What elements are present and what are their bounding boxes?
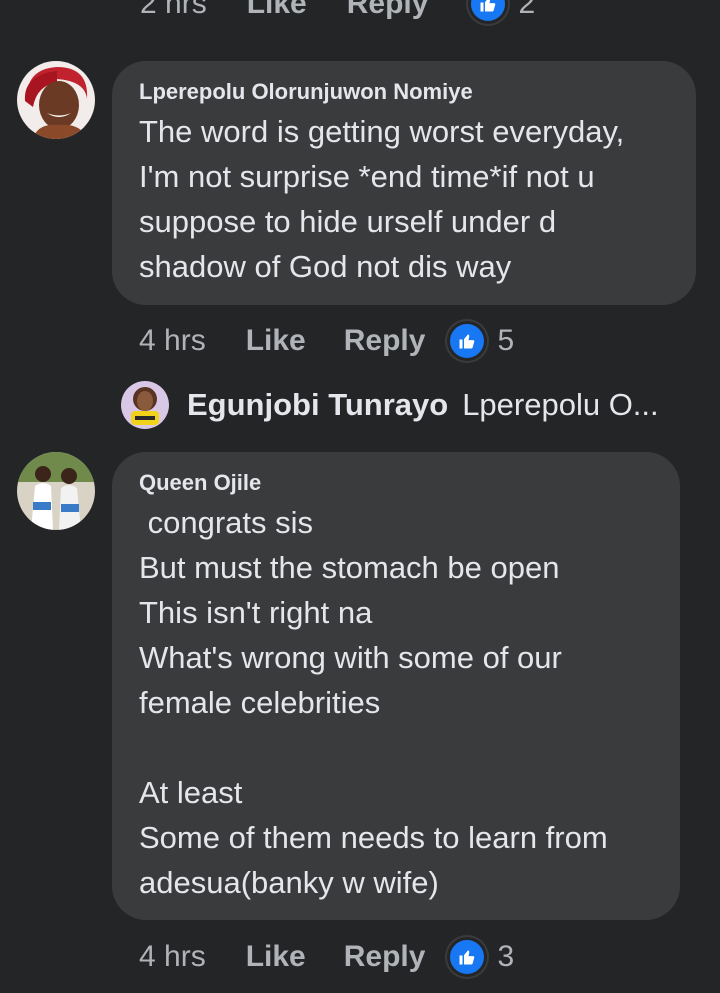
comment-timestamp: 2 hrs	[140, 0, 207, 20]
reply-button[interactable]: Reply	[344, 940, 426, 974]
reply-button[interactable]: Reply	[344, 324, 426, 358]
like-button[interactable]: Like	[247, 0, 307, 21]
comment-text: The word is getting worst everyday, I'm …	[139, 114, 625, 284]
comment-text: congrats sis But must the stomach be ope…	[139, 505, 608, 900]
reply-preview[interactable]: Egunjobi Tunrayo Lperepolu O...	[121, 380, 659, 430]
comment-author[interactable]: Lperepolu Olorunjuwon Nomiye	[139, 79, 670, 105]
reply-preview-text: Lperepolu O...	[462, 387, 659, 422]
reply-author[interactable]: Egunjobi Tunrayo	[187, 387, 448, 423]
avatar[interactable]	[121, 381, 169, 429]
previous-comment-actions: 2 hrs Like Reply 2	[140, 0, 575, 24]
like-button[interactable]: Like	[246, 324, 306, 358]
reactions[interactable]: 5	[447, 321, 514, 361]
thumbs-up-icon[interactable]	[468, 0, 509, 24]
like-button[interactable]: Like	[246, 940, 306, 974]
reaction-count: 5	[497, 324, 515, 357]
comment-actions: 4 hrs Like Reply 3	[139, 937, 514, 977]
comment-bubble[interactable]: Queen Ojile congrats sis But must the st…	[112, 452, 680, 920]
reply-button[interactable]: Reply	[347, 0, 429, 21]
comment-actions: 4 hrs Like Reply 5	[139, 321, 514, 361]
reaction-count: 2	[518, 0, 536, 20]
comment-bubble[interactable]: Lperepolu Olorunjuwon Nomiye The word is…	[112, 61, 696, 305]
thumbs-up-icon	[447, 937, 488, 977]
comment-timestamp: 4 hrs	[139, 940, 206, 973]
reaction-count: 3	[497, 940, 515, 973]
comment-timestamp: 4 hrs	[139, 324, 206, 357]
thumbs-up-icon	[447, 321, 488, 361]
avatar[interactable]	[17, 452, 95, 530]
comment-author[interactable]: Queen Ojile	[139, 470, 654, 496]
reactions[interactable]: 3	[447, 937, 514, 977]
avatar[interactable]	[17, 61, 95, 139]
